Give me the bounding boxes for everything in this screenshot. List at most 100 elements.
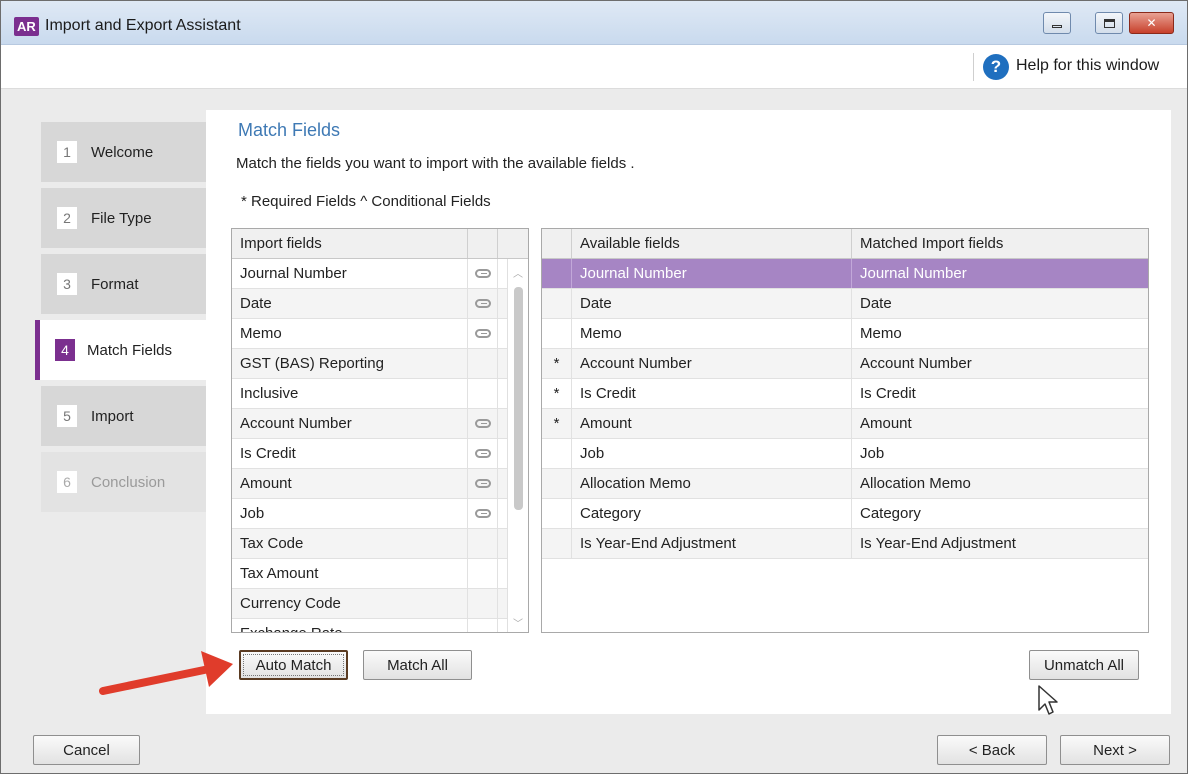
import-field-row[interactable]: Journal Number <box>232 259 528 289</box>
maximize-icon <box>1103 18 1115 28</box>
close-button[interactable]: ✕ <box>1129 12 1174 34</box>
import-field-name: Currency Code <box>232 589 468 618</box>
link-cell <box>468 529 498 558</box>
available-field-row[interactable]: Date Date <box>542 289 1148 319</box>
import-field-name: Tax Amount <box>232 559 468 588</box>
required-marker <box>542 499 572 528</box>
scroll-down-icon[interactable]: ﹀ <box>513 615 523 630</box>
next-button[interactable]: Next > <box>1060 735 1170 765</box>
available-field-name: Category <box>572 499 852 528</box>
required-marker: * <box>542 349 572 378</box>
available-field-row[interactable]: Journal Number Journal Number <box>542 259 1148 289</box>
import-field-row[interactable]: Tax Code <box>232 529 528 559</box>
step-label: Welcome <box>91 143 154 161</box>
import-field-name: Exchange Rate <box>232 619 468 632</box>
import-field-row[interactable]: Exchange Rate <box>232 619 528 632</box>
matched-import-field: Journal Number <box>860 265 967 282</box>
available-fields-table: Available fields Matched Import fields J… <box>541 228 1149 633</box>
scroll-up-icon[interactable]: ︿ <box>513 265 523 280</box>
link-icon <box>474 299 491 308</box>
available-field-row[interactable]: Job Job <box>542 439 1148 469</box>
matched-import-field: Date <box>860 295 892 312</box>
step-number: 1 <box>57 141 77 163</box>
link-cell <box>468 439 498 468</box>
step-number: 5 <box>57 405 77 427</box>
required-marker <box>542 289 572 318</box>
required-marker-column-header <box>542 229 572 258</box>
link-cell <box>468 589 498 618</box>
required-marker <box>542 259 572 288</box>
step-label: Format <box>91 275 139 293</box>
available-field-name: Is Credit <box>572 379 852 408</box>
import-field-row[interactable]: GST (BAS) Reporting <box>232 349 528 379</box>
title-bar: AR Import and Export Assistant ✕ <box>1 1 1187 45</box>
link-cell <box>468 559 498 588</box>
step-2[interactable]: 2 File Type <box>41 188 206 248</box>
required-marker <box>542 319 572 348</box>
step-5[interactable]: 5 Import <box>41 386 206 446</box>
available-field-row[interactable]: * Account Number Account Number <box>542 349 1148 379</box>
import-field-row[interactable]: Job <box>232 499 528 529</box>
import-field-name: Account Number <box>232 409 468 438</box>
help-icon[interactable]: ? <box>983 54 1009 80</box>
step-number: 6 <box>57 471 77 493</box>
import-field-row[interactable]: Date <box>232 289 528 319</box>
available-fields-column-header[interactable]: Available fields <box>572 229 852 258</box>
import-field-row[interactable]: Account Number <box>232 409 528 439</box>
import-fields-scrollbar[interactable]: ︿ ﹀ <box>507 259 528 632</box>
import-field-name: Amount <box>232 469 468 498</box>
step-label: File Type <box>91 209 152 227</box>
import-field-name: GST (BAS) Reporting <box>232 349 468 378</box>
match-all-button[interactable]: Match All <box>363 650 472 680</box>
link-icon <box>474 419 491 428</box>
import-fields-column-header[interactable]: Import fields <box>232 229 468 258</box>
import-field-name: Inclusive <box>232 379 468 408</box>
available-field-row[interactable]: * Is Credit Is Credit <box>542 379 1148 409</box>
step-1[interactable]: 1 Welcome <box>41 122 206 182</box>
matched-import-field: Is Year-End Adjustment <box>860 535 1016 552</box>
available-field-name: Amount <box>572 409 852 438</box>
maximize-button[interactable] <box>1095 12 1123 34</box>
import-field-name: Tax Code <box>232 529 468 558</box>
app-logo: AR <box>14 17 39 36</box>
window-title: Import and Export Assistant <box>45 17 241 34</box>
import-field-row[interactable]: Is Credit <box>232 439 528 469</box>
available-field-name: Journal Number <box>572 259 852 288</box>
unmatch-all-button[interactable]: Unmatch All <box>1029 650 1139 680</box>
import-field-row[interactable]: Amount <box>232 469 528 499</box>
back-button[interactable]: < Back <box>937 735 1047 765</box>
link-cell <box>468 469 498 498</box>
step-4[interactable]: 4 Match Fields <box>35 320 206 380</box>
step-label: Conclusion <box>91 473 166 491</box>
minimize-button[interactable] <box>1043 12 1071 34</box>
available-field-row[interactable]: Is Year-End Adjustment Is Year-End Adjust… <box>542 529 1148 559</box>
field-legend: * Required Fields ^ Conditional Fields <box>241 193 491 210</box>
available-field-row[interactable]: * Amount Amount <box>542 409 1148 439</box>
import-field-row[interactable]: Tax Amount <box>232 559 528 589</box>
import-field-row[interactable]: Memo <box>232 319 528 349</box>
import-field-name: Date <box>232 289 468 318</box>
required-marker <box>542 529 572 558</box>
scroll-thumb[interactable] <box>514 287 523 510</box>
import-field-name: Job <box>232 499 468 528</box>
available-field-row[interactable]: Allocation Memo Allocation Memo <box>542 469 1148 499</box>
link-cell <box>468 259 498 288</box>
link-icon <box>474 509 491 518</box>
cancel-button[interactable]: Cancel <box>33 735 140 765</box>
annotation-arrow-icon <box>99 651 233 695</box>
link-column-header <box>468 229 498 258</box>
import-field-row[interactable]: Currency Code <box>232 589 528 619</box>
matched-import-field: Account Number <box>860 355 972 372</box>
required-marker <box>542 439 572 468</box>
auto-match-button[interactable]: Auto Match <box>239 650 348 680</box>
available-field-row[interactable]: Category Category <box>542 499 1148 529</box>
link-cell <box>468 319 498 348</box>
import-field-row[interactable]: Inclusive <box>232 379 528 409</box>
link-cell <box>468 289 498 318</box>
matched-fields-column-header[interactable]: Matched Import fields <box>852 229 1148 258</box>
matched-import-field: Memo <box>860 325 902 342</box>
step-number: 2 <box>57 207 77 229</box>
step-3[interactable]: 3 Format <box>41 254 206 314</box>
available-field-row[interactable]: Memo Memo <box>542 319 1148 349</box>
help-link[interactable]: Help for this window <box>1016 57 1159 75</box>
